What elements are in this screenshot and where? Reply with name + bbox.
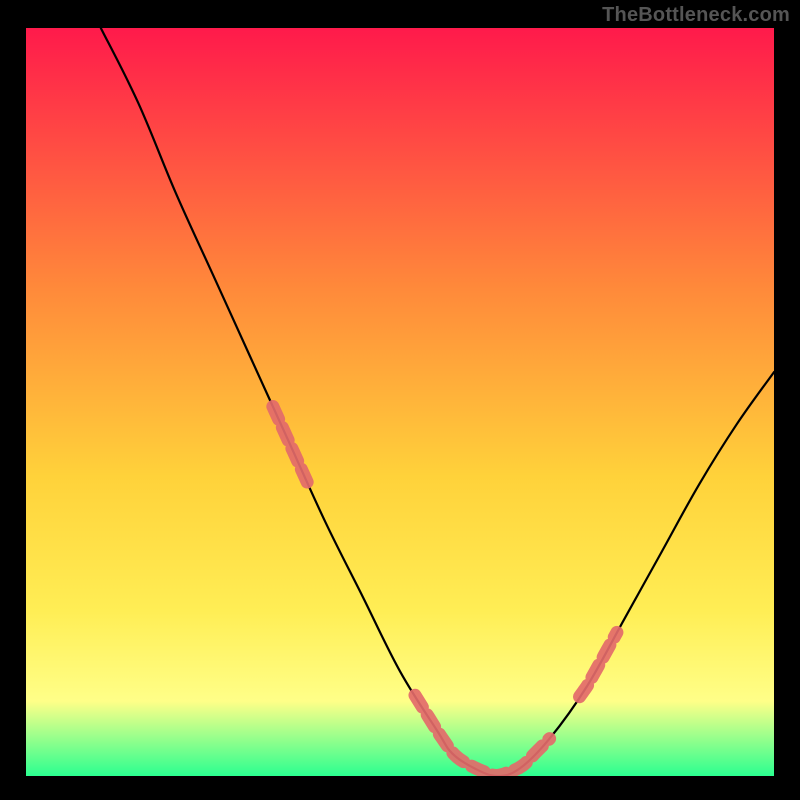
watermark-text: TheBottleneck.com xyxy=(602,4,790,27)
gradient-background xyxy=(26,28,774,776)
bottleneck-curve-chart xyxy=(26,28,774,776)
chart-frame: TheBottleneck.com xyxy=(0,0,800,800)
plot-area xyxy=(26,28,774,776)
